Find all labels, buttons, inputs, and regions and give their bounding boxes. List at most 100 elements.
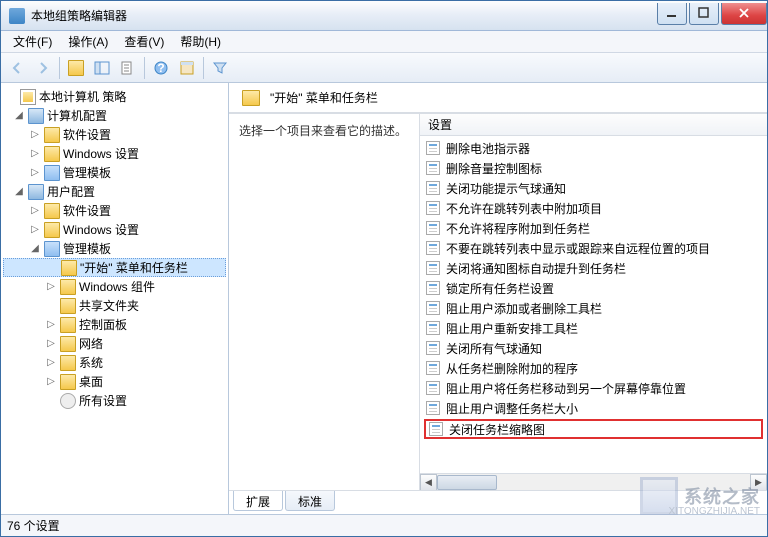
menu-view[interactable]: 查看(V) [116,31,172,52]
menu-action[interactable]: 操作(A) [60,31,116,52]
policy-icon [426,241,440,255]
list-item[interactable]: 关闭将通知图标自动提升到任务栏 [420,258,767,278]
list-item[interactable]: 从任务栏删除附加的程序 [420,358,767,378]
scroll-thumb[interactable] [437,475,497,490]
tree-item[interactable]: ▷软件设置 [3,125,226,144]
status-text: 76 个设置 [7,517,60,534]
list-item[interactable]: 不允许将程序附加到任务栏 [420,218,767,238]
expand-icon[interactable]: ▷ [29,167,41,178]
list-item[interactable]: 删除音量控制图标 [420,158,767,178]
tree-item[interactable]: ▷网络 [3,334,226,353]
tree-item[interactable]: ▷管理模板 [3,163,226,182]
tree-admin-templates[interactable]: ◢管理模板 [3,239,226,258]
tree-user-config[interactable]: ◢用户配置 [3,182,226,201]
tree-start-taskbar[interactable]: "开始" 菜单和任务栏 [3,258,226,277]
menu-file[interactable]: 文件(F) [5,31,60,52]
filter-button[interactable] [208,56,232,80]
list-item[interactable]: 阻止用户将任务栏移动到另一个屏幕停靠位置 [420,378,767,398]
tree-item[interactable]: ▷Windows 设置 [3,220,226,239]
help-button[interactable]: ? [149,56,173,80]
forward-button[interactable] [31,56,55,80]
expand-icon[interactable]: ▷ [45,281,57,292]
window: 本地组策略编辑器 文件(F) 操作(A) 查看(V) 帮助(H) ? 本地计算机… [0,0,768,537]
policy-icon [426,281,440,295]
expand-icon[interactable]: ▷ [45,338,57,349]
status-bar: 76 个设置 [1,514,767,536]
list-item-highlighted[interactable]: 关闭任务栏缩略图 [424,419,763,439]
tree-item[interactable]: ▷系统 [3,353,226,372]
list-item[interactable]: 阻止用户调整任务栏大小 [420,398,767,418]
scroll-left-icon[interactable]: ◀ [420,474,437,491]
list-item[interactable]: 关闭所有气球通知 [420,338,767,358]
policy-icon [426,301,440,315]
column-header-setting[interactable]: 设置 [420,114,767,136]
tree-panel[interactable]: 本地计算机 策略 ◢计算机配置 ▷软件设置 ▷Windows 设置 ▷管理模板 … [1,83,229,514]
tab-extended[interactable]: 扩展 [233,491,283,511]
list-item[interactable]: 锁定所有任务栏设置 [420,278,767,298]
back-button[interactable] [5,56,29,80]
policy-icon [426,361,440,375]
policy-icon [426,201,440,215]
maximize-button[interactable] [689,3,719,25]
policy-icon [426,401,440,415]
show-tree-button[interactable] [90,56,114,80]
close-button[interactable] [721,3,767,25]
up-button[interactable] [64,56,88,80]
expand-icon[interactable]: ▷ [45,376,57,387]
expand-icon[interactable]: ▷ [29,224,41,235]
horizontal-scrollbar[interactable]: ◀ ▶ [420,473,767,490]
expand-icon[interactable]: ▷ [45,357,57,368]
collapse-icon[interactable]: ◢ [29,243,41,254]
folder-icon [242,90,260,106]
list-item[interactable]: 关闭功能提示气球通知 [420,178,767,198]
svg-text:?: ? [157,61,164,75]
description-text: 选择一个项目来查看它的描述。 [239,124,407,138]
tree-root[interactable]: 本地计算机 策略 [3,87,226,106]
content-header: "开始" 菜单和任务栏 [229,83,767,113]
expand-icon[interactable]: ▷ [45,319,57,330]
list-item[interactable]: 不要在跳转列表中显示或跟踪来自远程位置的项目 [420,238,767,258]
settings-list: 设置 删除电池指示器 删除音量控制图标 关闭功能提示气球通知 不允许在跳转列表中… [419,114,767,490]
list-item[interactable]: 删除电池指示器 [420,138,767,158]
policy-icon [426,141,440,155]
list-item[interactable]: 阻止用户添加或者删除工具栏 [420,298,767,318]
tree-item[interactable]: ▷Windows 设置 [3,144,226,163]
policy-icon [426,261,440,275]
policy-icon [426,381,440,395]
export-button[interactable] [116,56,140,80]
expand-icon[interactable]: ▷ [29,148,41,159]
expand-icon[interactable]: ▷ [29,205,41,216]
tree-item[interactable]: ▷桌面 [3,372,226,391]
page-title: "开始" 菜单和任务栏 [270,89,378,106]
list-item[interactable]: 阻止用户重新安排工具栏 [420,318,767,338]
collapse-icon[interactable]: ◢ [13,186,25,197]
list-body[interactable]: 删除电池指示器 删除音量控制图标 关闭功能提示气球通知 不允许在跳转列表中附加项… [420,136,767,473]
properties-button[interactable] [175,56,199,80]
tree-item[interactable]: ▷软件设置 [3,201,226,220]
titlebar[interactable]: 本地组策略编辑器 [1,1,767,31]
tree-all-settings[interactable]: 所有设置 [3,391,226,410]
app-icon [9,8,25,24]
description-pane: 选择一个项目来查看它的描述。 [229,114,419,490]
scroll-right-icon[interactable]: ▶ [750,474,767,491]
window-title: 本地组策略编辑器 [31,7,655,24]
policy-icon [429,422,443,436]
menu-help[interactable]: 帮助(H) [172,31,229,52]
minimize-button[interactable] [657,3,687,25]
policy-icon [426,341,440,355]
policy-icon [426,161,440,175]
policy-icon [426,221,440,235]
tree-item[interactable]: ▷控制面板 [3,315,226,334]
toolbar: ? [1,53,767,83]
tree-computer-config[interactable]: ◢计算机配置 [3,106,226,125]
menubar: 文件(F) 操作(A) 查看(V) 帮助(H) [1,31,767,53]
tree-item[interactable]: ▷Windows 组件 [3,277,226,296]
policy-icon [426,181,440,195]
tree-item[interactable]: 共享文件夹 [3,296,226,315]
tab-bar: 扩展 标准 [229,490,767,514]
collapse-icon[interactable]: ◢ [13,110,25,121]
list-item[interactable]: 不允许在跳转列表中附加项目 [420,198,767,218]
policy-icon [426,321,440,335]
tab-standard[interactable]: 标准 [285,491,335,511]
expand-icon[interactable]: ▷ [29,129,41,140]
